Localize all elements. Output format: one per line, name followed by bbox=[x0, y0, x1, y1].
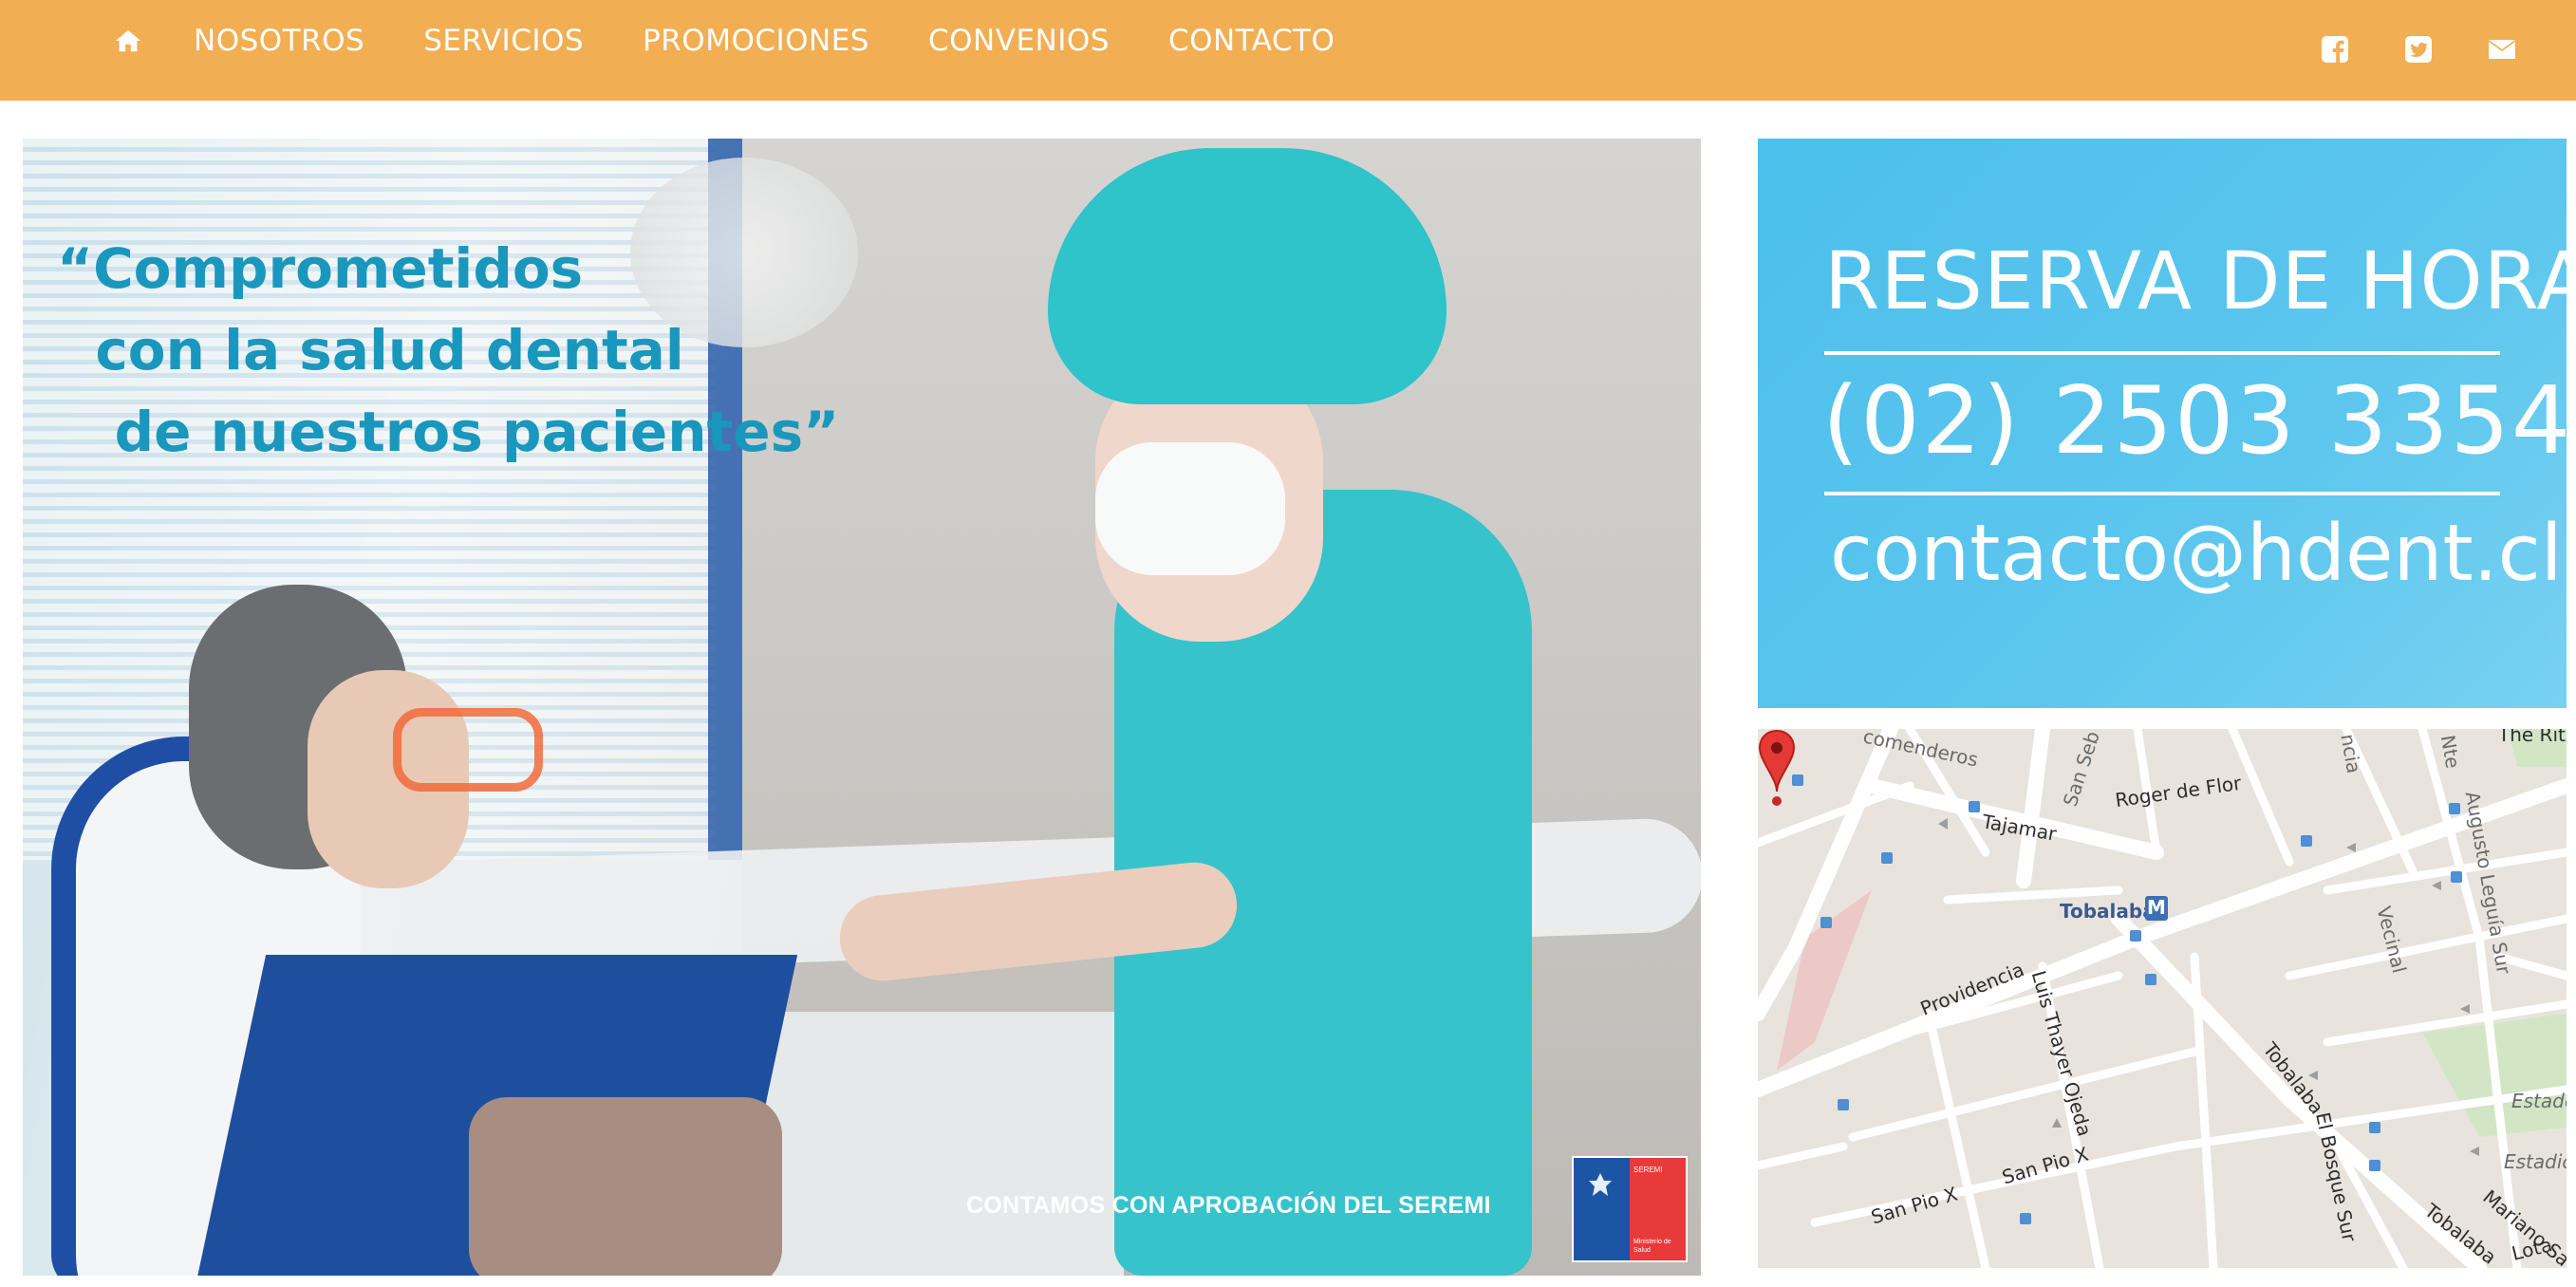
map-label-estade: Estade bbox=[2511, 1090, 2567, 1112]
facebook-icon[interactable] bbox=[2320, 34, 2350, 65]
cabinet bbox=[763, 1012, 1124, 1276]
nav-link-nosotros[interactable]: NOSOTROS bbox=[194, 21, 364, 61]
nav-link-servicios[interactable]: SERVICIOS bbox=[423, 21, 584, 61]
booking-divider-2 bbox=[1824, 492, 2500, 495]
seremi-logo-sub: Ministerio de Salud bbox=[1633, 1239, 1671, 1254]
map-label-the-ritz: The Ritz bbox=[2498, 729, 2567, 746]
dentist-mask bbox=[1095, 442, 1285, 575]
booking-phone[interactable]: (02) 2503 3354 bbox=[1822, 364, 2572, 478]
metro-badge: M bbox=[2145, 896, 2168, 921]
location-map[interactable]: comenderos San Seb Roger de Flor Tajamar… bbox=[1758, 729, 2567, 1268]
map-streets bbox=[1758, 729, 2567, 1268]
map-label-estadio: Estadic bbox=[2504, 1150, 2567, 1173]
envelope-icon[interactable] bbox=[2487, 34, 2517, 65]
nav-link-promociones[interactable]: PROMOCIONES bbox=[643, 21, 869, 61]
social-links bbox=[2320, 34, 2517, 65]
map-label-tobalaba-station: Tobalaba bbox=[2060, 900, 2156, 923]
quote-line-1: “Comprometidos bbox=[57, 236, 584, 301]
nav-link-contacto[interactable]: CONTACTO bbox=[1168, 21, 1335, 61]
main-nav: NOSOTROS SERVICIOS PROMOCIONES CONVENIOS… bbox=[114, 21, 1393, 61]
seremi-approval-text: CONTAMOS CON APROBACIÓN DEL SEREMI bbox=[966, 1192, 1491, 1219]
hero-quote: “Comprometidos con la salud dental de nu… bbox=[57, 228, 839, 473]
quote-line-2: con la salud dental bbox=[57, 318, 684, 382]
nav-link-convenios[interactable]: CONVENIOS bbox=[928, 21, 1110, 61]
home-icon[interactable] bbox=[114, 27, 142, 55]
dentist-cap bbox=[1048, 148, 1447, 404]
patient-blouse bbox=[469, 1097, 782, 1276]
chile-crest-icon bbox=[1589, 1173, 1612, 1196]
seremi-logo-blue bbox=[1574, 1158, 1630, 1260]
twitter-icon[interactable] bbox=[2403, 34, 2434, 65]
booking-title: RESERVA DE HORA bbox=[1824, 234, 2576, 327]
safety-goggles bbox=[393, 708, 543, 792]
map-pin-icon[interactable] bbox=[1758, 729, 1796, 809]
booking-email[interactable]: contacto@hdent.cl bbox=[1830, 503, 2563, 606]
quote-line-3: de nuestros pacientes” bbox=[57, 400, 840, 464]
booking-box: RESERVA DE HORA (02) 2503 3354 contacto@… bbox=[1758, 139, 2576, 708]
hero-banner: “Comprometidos con la salud dental de nu… bbox=[23, 139, 1701, 1276]
seremi-logo: SEREMI Ministerio de Salud bbox=[1572, 1156, 1688, 1262]
top-nav-bar: NOSOTROS SERVICIOS PROMOCIONES CONVENIOS… bbox=[0, 0, 2576, 101]
seremi-logo-red: SEREMI Ministerio de Salud bbox=[1630, 1158, 1686, 1260]
booking-divider-1 bbox=[1824, 351, 2500, 355]
seremi-logo-label: SEREMI bbox=[1633, 1166, 1663, 1174]
